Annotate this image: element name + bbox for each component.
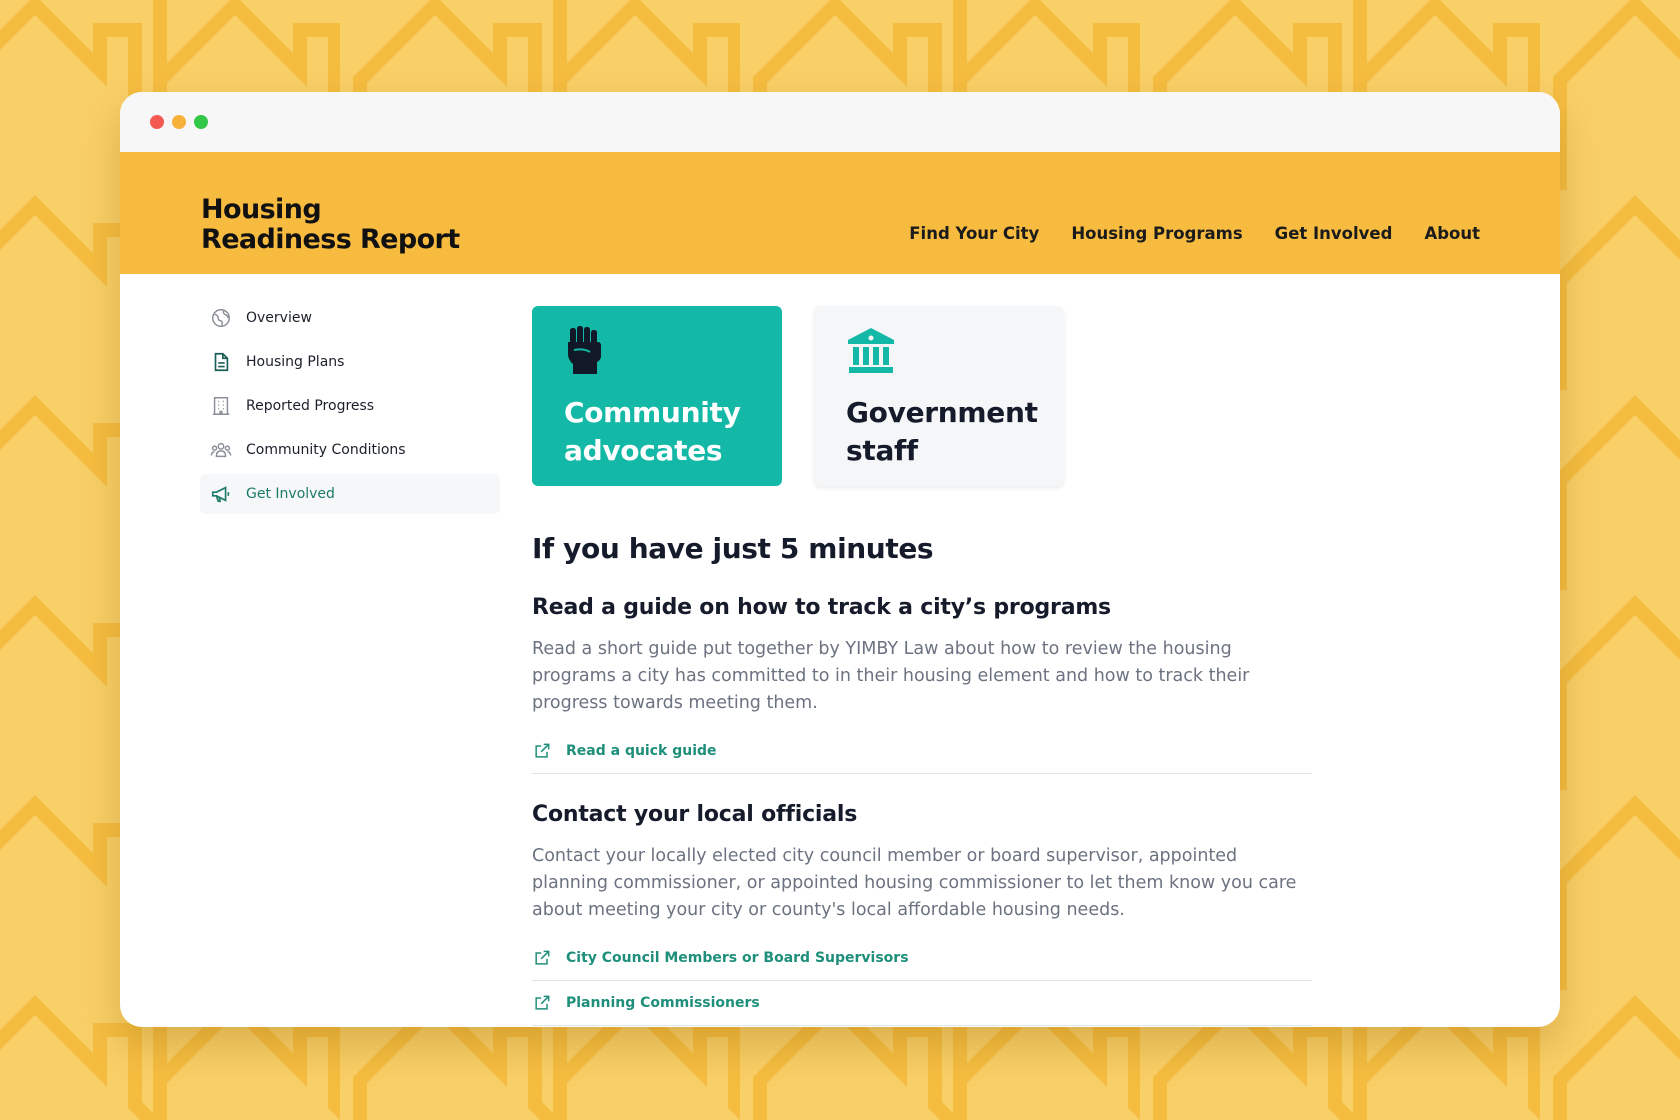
link-row[interactable]: Read a quick guide (532, 729, 1312, 774)
site-header: Housing Readiness Report Find Your City … (120, 152, 1560, 274)
sidebar-item-get-involved[interactable]: Get Involved (200, 474, 500, 514)
people-icon (210, 439, 232, 461)
card-title: Government staff (846, 394, 1038, 470)
sidebar-item-label: Community Conditions (246, 442, 406, 458)
audience-cards: Community advocates Government staff (532, 306, 1312, 486)
nav-find-your-city[interactable]: Find Your City (909, 224, 1039, 243)
card-title-line-2: advocates (564, 434, 723, 467)
document-icon (210, 351, 232, 373)
browser-window: Housing Readiness Report Find Your City … (120, 92, 1560, 1027)
sidebar-item-reported-progress[interactable]: Reported Progress (200, 386, 500, 426)
window-titlebar (120, 92, 1560, 152)
link-row[interactable]: City Council Members or Board Supervisor… (532, 936, 1312, 981)
logo-line-2: Readiness Report (201, 224, 460, 255)
audience-card-government-staff[interactable]: Government staff (814, 306, 1064, 486)
close-window-button[interactable] (150, 115, 164, 129)
globe-icon (210, 307, 232, 329)
site-logo[interactable]: Housing Readiness Report (201, 195, 460, 255)
guide-block-title: Read a guide on how to track a city’s pr… (532, 595, 1111, 620)
external-link-icon (535, 743, 550, 758)
city-council-link[interactable]: City Council Members or Board Supervisor… (566, 950, 909, 966)
guide-block-body: Read a short guide put together by YIMBY… (532, 639, 1250, 713)
sidebar: Overview Housing Plans Reported Progress… (200, 298, 500, 518)
link-row[interactable]: Planning Commissioners (532, 981, 1312, 1026)
raised-fist-icon (564, 326, 750, 378)
planning-commissioners-link[interactable]: Planning Commissioners (566, 995, 760, 1011)
government-building-icon (846, 326, 1032, 378)
nav-housing-programs[interactable]: Housing Programs (1071, 224, 1242, 243)
minimize-window-button[interactable] (172, 115, 186, 129)
section-title: If you have just 5 minutes (532, 532, 934, 565)
audience-card-community-advocates[interactable]: Community advocates (532, 306, 782, 486)
megaphone-icon (210, 483, 232, 505)
sidebar-item-housing-plans[interactable]: Housing Plans (200, 342, 500, 382)
read-quick-guide-link[interactable]: Read a quick guide (566, 743, 717, 759)
sidebar-item-label: Housing Plans (246, 354, 345, 370)
building-icon (210, 395, 232, 417)
sidebar-item-label: Reported Progress (246, 398, 375, 414)
nav-about[interactable]: About (1424, 224, 1480, 243)
sidebar-item-label: Get Involved (246, 486, 335, 502)
sidebar-item-label: Overview (246, 310, 312, 326)
external-link-icon (535, 995, 550, 1010)
sidebar-item-community-conditions[interactable]: Community Conditions (200, 430, 500, 470)
logo-line-1: Housing (201, 194, 322, 225)
card-title-line-1: Government (846, 396, 1038, 429)
main-content: Community advocates Government staff If … (532, 306, 1312, 1026)
main-nav: Find Your City Housing Programs Get Invo… (909, 224, 1480, 243)
card-title: Community advocates (564, 394, 750, 470)
card-title-line-2: staff (846, 434, 918, 467)
card-title-line-1: Community (564, 396, 741, 429)
nav-get-involved[interactable]: Get Involved (1275, 224, 1393, 243)
external-link-icon (535, 950, 550, 965)
page-content: Overview Housing Plans Reported Progress… (120, 274, 1560, 1027)
contact-officials-body: Contact your locally elected city counci… (532, 846, 1297, 920)
maximize-window-button[interactable] (194, 115, 208, 129)
contact-officials-title: Contact your local officials (532, 802, 858, 827)
sidebar-item-overview[interactable]: Overview (200, 298, 500, 338)
